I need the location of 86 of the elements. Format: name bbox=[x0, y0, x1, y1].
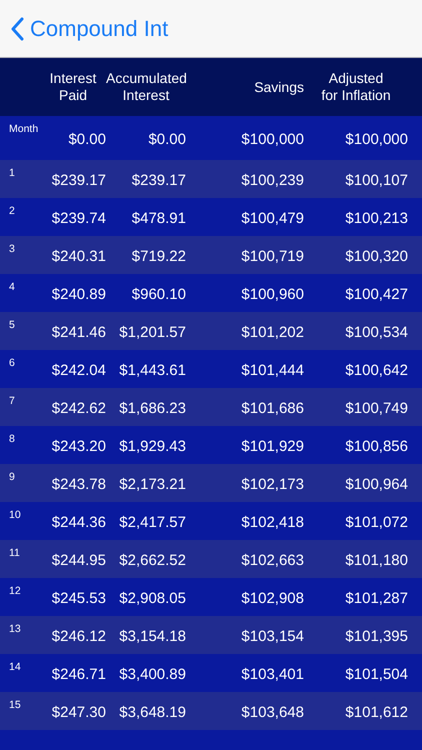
month-label: 15 bbox=[8, 698, 22, 713]
table-cell-text: $244.36 bbox=[50, 512, 106, 533]
table-cell-text: $3,400.89 bbox=[118, 664, 186, 685]
table-cell-text: $100,534 bbox=[344, 322, 408, 343]
table-cell-text: $100,213 bbox=[344, 208, 408, 229]
table-cell-text: $243.78 bbox=[50, 474, 106, 495]
table-cell-text: $243.20 bbox=[50, 436, 106, 457]
month-label: Month bbox=[8, 122, 40, 137]
table-cell-text: $478.91 bbox=[130, 208, 186, 229]
table-cell-text: $244.95 bbox=[50, 550, 106, 571]
month-label: 14 bbox=[8, 660, 22, 675]
table-cell-text: $100,000 bbox=[240, 130, 304, 150]
table-cell-text: $242.62 bbox=[50, 398, 106, 419]
table-cell-text: $101,444 bbox=[240, 360, 304, 381]
table-cell-text: $0.00 bbox=[67, 130, 106, 150]
table-cell-text: $246.12 bbox=[50, 626, 106, 647]
table-cell-text: $0.00 bbox=[147, 130, 186, 150]
back-link[interactable]: Compound Int bbox=[30, 12, 168, 45]
back-chevron-icon[interactable] bbox=[10, 16, 24, 40]
table-cell-text: $100,320 bbox=[344, 246, 408, 267]
table-cell-text: $246.71 bbox=[50, 664, 106, 685]
column-header: Interest Paid bbox=[48, 70, 98, 104]
table-cell-text: $103,154 bbox=[240, 626, 304, 647]
table-cell-text: $101,395 bbox=[344, 626, 408, 647]
table-cell-text: $101,202 bbox=[240, 322, 304, 343]
table-cell-text: $241.46 bbox=[50, 322, 106, 343]
table-cell-text: $101,072 bbox=[344, 512, 408, 533]
column-header: Accumulated Interest bbox=[106, 70, 186, 104]
month-label: 8 bbox=[8, 432, 16, 447]
table-cell-text: $100,239 bbox=[240, 170, 304, 191]
table-cell-text: $2,908.05 bbox=[118, 588, 186, 609]
month-label: 10 bbox=[8, 508, 22, 523]
table-cell-text: $103,648 bbox=[240, 702, 304, 723]
table-cell-text: $247.30 bbox=[50, 702, 106, 723]
table-cell-text: $245.53 bbox=[50, 588, 106, 609]
table-cell-text: $3,154.18 bbox=[118, 626, 186, 647]
month-label: 3 bbox=[8, 242, 16, 257]
table-cell-text: $101,180 bbox=[344, 550, 408, 571]
table-cell-text: $100,107 bbox=[344, 170, 408, 191]
table-cell-text: $239.17 bbox=[50, 170, 106, 191]
table-cell-text: $239.17 bbox=[130, 170, 186, 191]
column-header: Adjusted for Inflation bbox=[320, 70, 392, 104]
month-label: 9 bbox=[8, 470, 16, 485]
table-cell-text: $100,964 bbox=[344, 474, 408, 495]
month-label: 12 bbox=[8, 584, 22, 599]
table-cell-text: $100,427 bbox=[344, 284, 408, 305]
table-cell-text: $960.10 bbox=[130, 284, 186, 305]
month-label: 1 bbox=[8, 166, 16, 181]
table-cell-text: $240.89 bbox=[50, 284, 106, 305]
table-cell-text: $101,504 bbox=[344, 664, 408, 685]
table-cell-text: $101,929 bbox=[240, 436, 304, 457]
table-cell-text: $1,201.57 bbox=[118, 322, 186, 343]
table-cell-text: $102,663 bbox=[240, 550, 304, 571]
month-label: 4 bbox=[8, 280, 16, 295]
table-cell-text: $3,648.19 bbox=[118, 702, 186, 723]
table-cell-text: $102,418 bbox=[240, 512, 304, 533]
month-label: 13 bbox=[8, 622, 22, 637]
table-cell-text: $2,417.57 bbox=[118, 512, 186, 533]
table-cell-text: $242.04 bbox=[50, 360, 106, 381]
month-label: 6 bbox=[8, 356, 16, 371]
table-cell-text: $101,287 bbox=[344, 588, 408, 609]
month-label: 7 bbox=[8, 394, 16, 409]
table-cell-text: $1,443.61 bbox=[118, 360, 186, 381]
table-cell-text: $2,173.21 bbox=[118, 474, 186, 495]
column-header: Savings bbox=[253, 78, 304, 96]
table-cell-text: $239.74 bbox=[50, 208, 106, 229]
table-cell-text: $100,856 bbox=[344, 436, 408, 457]
table-cell-text: $1,686.23 bbox=[118, 398, 186, 419]
table-cell-text: $100,642 bbox=[344, 360, 408, 381]
table-cell-text: $100,960 bbox=[240, 284, 304, 305]
table-cell-text: $240.31 bbox=[50, 246, 106, 267]
table-cell-text: $103,401 bbox=[240, 664, 304, 685]
table-cell-text: $100,719 bbox=[240, 246, 304, 267]
table-cell-text: $1,929.43 bbox=[118, 436, 186, 457]
table-cell-text: $2,662.52 bbox=[118, 550, 186, 571]
month-label: 2 bbox=[8, 204, 16, 219]
table-cell-text: $100,749 bbox=[344, 398, 408, 419]
table-cell-text: $102,173 bbox=[240, 474, 304, 495]
table-cell-text: $101,686 bbox=[240, 398, 304, 419]
month-label: 11 bbox=[8, 546, 21, 561]
table-cell-text: $101,612 bbox=[344, 702, 408, 723]
table-cell-text: $719.22 bbox=[130, 246, 186, 267]
table-cell-text: $102,908 bbox=[240, 588, 304, 609]
table-cell-text: $100,479 bbox=[240, 208, 304, 229]
table-cell-text: $100,000 bbox=[344, 130, 408, 150]
month-label: 5 bbox=[8, 318, 16, 333]
